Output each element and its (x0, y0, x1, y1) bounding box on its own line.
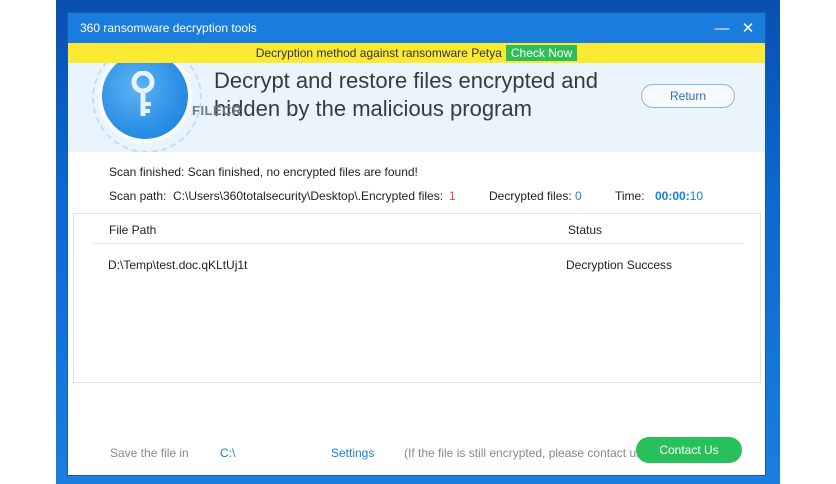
contact-note: (If the file is still encrypted, please … (404, 446, 650, 460)
scan-path-label: Scan path: (109, 189, 167, 203)
scan-status-row: Scan finished: Scan finished, no encrypt… (109, 165, 418, 179)
promo-banner: Decryption method against ransomware Pet… (68, 43, 765, 63)
key-icon (131, 71, 155, 116)
save-location-label: Save the file in (110, 446, 189, 460)
minimize-button[interactable]: — (709, 13, 735, 43)
scan-finished-text: Scan finished, no encrypted files are fo… (187, 165, 418, 179)
time-value-seconds: 10 (689, 189, 704, 203)
app-window: 360 ransomware decryption tools — ✕ Decr… (68, 13, 765, 475)
scan-path-value: C:\Users\360totalsecurity\Desktop\... (173, 189, 368, 203)
page-headline: Decrypt and restore files encrypted and … (214, 67, 614, 123)
decrypted-files-label: Decrypted files: (489, 189, 572, 203)
scan-summary: Scan finished: Scan finished, no encrypt… (68, 152, 765, 214)
check-now-button[interactable]: Check Now (505, 45, 578, 61)
return-button[interactable]: Return (641, 84, 735, 108)
decrypted-files-count: 0 (575, 189, 582, 203)
title-bar: 360 ransomware decryption tools — ✕ (68, 13, 765, 43)
contact-us-button[interactable]: Contact Us (636, 437, 742, 463)
time-value: 00:00:10 (655, 189, 703, 203)
encrypted-files-label: Encrypted files: (361, 189, 444, 203)
status-cell: Decryption Success (566, 258, 673, 272)
banner-text: Decryption method against ransomware Pet… (255, 46, 502, 60)
encrypted-files-count: 1 (449, 189, 456, 203)
file-path-cell: D:\Temp\test.doc.qKLtUj1t (108, 258, 248, 272)
headline-line-1: Decrypt and restore files encrypted and (214, 68, 598, 93)
table-row[interactable]: D:\Temp\test.doc.qKLtUj1t Decryption Suc… (74, 244, 760, 284)
column-status: Status (568, 223, 603, 237)
hero-header: Decrypt and restore files encrypted and … (68, 63, 765, 152)
column-file-path: File Path (109, 223, 157, 237)
watermark-logo: FILECR (192, 103, 242, 118)
settings-link[interactable]: Settings (331, 446, 374, 460)
time-label: Time: (615, 189, 645, 203)
scan-finished-label: Scan finished: (109, 165, 185, 179)
results-table: File Path Status D:\Temp\test.doc.qKLtUj… (73, 213, 761, 383)
headline-line-2: hidden by the malicious program (214, 96, 532, 121)
window-title: 360 ransomware decryption tools (80, 21, 257, 35)
time-value-prefix: 00:00: (655, 189, 690, 203)
close-button[interactable]: ✕ (735, 13, 761, 43)
footer-bar: Save the file in C:\ Settings (If the fi… (68, 433, 765, 469)
save-location-path[interactable]: C:\ (220, 446, 235, 460)
table-header: File Path Status (74, 214, 760, 244)
